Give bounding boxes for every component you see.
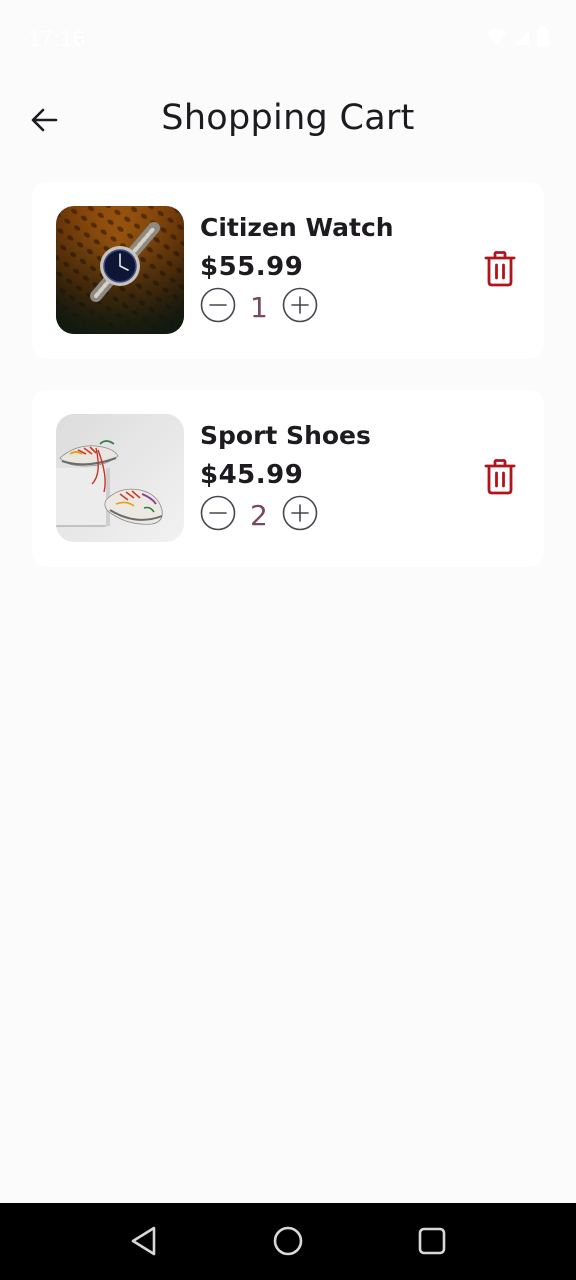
cart-item: Citizen Watch $55.99 1 — [32, 182, 544, 359]
status-icons — [486, 26, 550, 52]
item-name: Citizen Watch — [200, 213, 394, 242]
back-triangle-icon — [128, 1225, 160, 1261]
trash-icon — [484, 251, 516, 291]
wifi-icon — [486, 28, 508, 50]
delete-item-button[interactable] — [480, 250, 520, 292]
minus-circle-icon — [200, 287, 236, 327]
page-title: Shopping Cart — [161, 98, 415, 138]
recents-square-icon — [416, 1225, 448, 1261]
nav-back-button[interactable] — [124, 1223, 164, 1263]
decrease-quantity-button[interactable] — [200, 287, 236, 327]
item-info: Sport Shoes $45.99 2 — [200, 416, 371, 534]
minus-circle-icon — [200, 495, 236, 535]
plus-circle-icon — [282, 495, 318, 535]
signal-icon — [514, 28, 530, 50]
item-info: Citizen Watch $55.99 1 — [200, 208, 394, 326]
cart-list: Citizen Watch $55.99 1 Sport Shoes $45.9… — [32, 182, 544, 598]
status-time: 17:16 — [28, 26, 86, 51]
quantity-value: 1 — [250, 290, 268, 324]
item-name: Sport Shoes — [200, 421, 371, 450]
system-nav-bar — [0, 1203, 576, 1280]
quantity-stepper: 1 — [200, 287, 394, 327]
product-image-watch — [56, 206, 184, 334]
increase-quantity-button[interactable] — [282, 495, 318, 535]
app-bar: Shopping Cart — [0, 86, 576, 158]
increase-quantity-button[interactable] — [282, 287, 318, 327]
item-price: $45.99 — [200, 460, 304, 490]
battery-icon — [536, 26, 550, 52]
decrease-quantity-button[interactable] — [200, 495, 236, 535]
delete-item-button[interactable] — [480, 458, 520, 500]
plus-circle-icon — [282, 287, 318, 327]
status-bar: 17:16 — [0, 0, 576, 76]
trash-icon — [484, 459, 516, 499]
home-circle-icon — [272, 1225, 304, 1261]
nav-recents-button[interactable] — [412, 1223, 452, 1263]
quantity-stepper: 2 — [200, 495, 371, 535]
quantity-value: 2 — [250, 498, 268, 532]
item-price: $55.99 — [200, 252, 304, 282]
nav-home-button[interactable] — [268, 1223, 308, 1263]
product-image-shoes — [56, 414, 184, 542]
cart-item: Sport Shoes $45.99 2 — [32, 390, 544, 567]
